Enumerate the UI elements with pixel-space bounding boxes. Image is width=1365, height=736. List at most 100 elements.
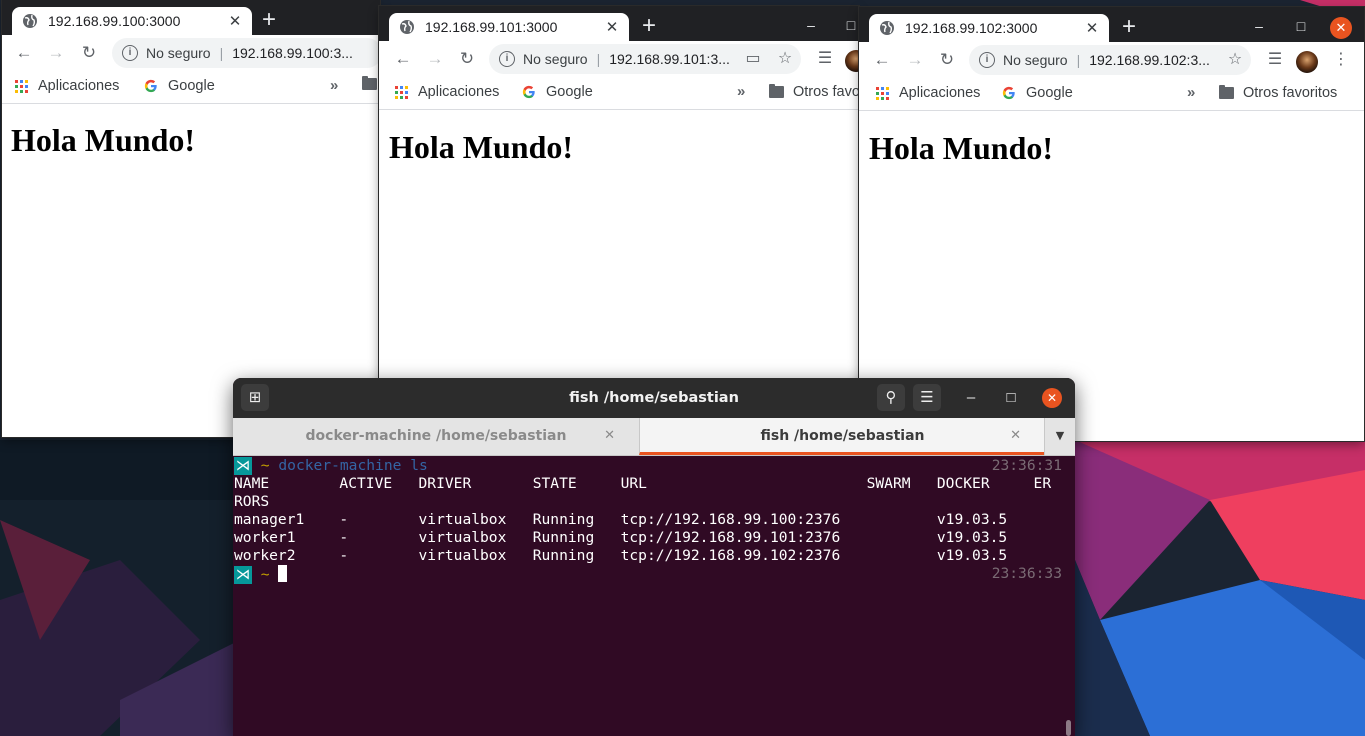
new-tab-button[interactable]: +	[262, 8, 276, 32]
bookmarks-bar: Aplicaciones Google » Otros favo	[379, 77, 859, 110]
bookmark-apps[interactable]: Aplicaciones	[15, 78, 119, 94]
terminal-tab-docker-machine[interactable]: docker-machine /home/sebastian ✕	[233, 418, 639, 455]
tab-label: fish /home/sebastian	[760, 428, 925, 444]
terminal-title: fish /home/sebastian	[569, 390, 739, 406]
forward-arrow-icon[interactable]: →	[903, 48, 927, 72]
bookmarks-overflow-icon[interactable]: »	[330, 77, 338, 94]
forward-arrow-icon[interactable]: →	[423, 47, 447, 71]
forward-arrow-icon[interactable]: →	[44, 41, 68, 65]
tab-close-icon[interactable]: ✕	[1010, 418, 1021, 454]
info-icon[interactable]: i	[499, 51, 515, 67]
browser-tab[interactable]: 192.168.99.100:3000 ✕	[12, 7, 252, 35]
apps-grid-icon	[395, 85, 408, 99]
browser-tab[interactable]: 192.168.99.102:3000 ✕	[869, 14, 1109, 42]
tab-close-icon[interactable]: ✕	[228, 12, 242, 30]
table-header-wrap: RORS	[234, 493, 270, 510]
table-row: worker1 - virtualbox Running tcp://192.1…	[234, 529, 1008, 546]
bookmark-google-label: Google	[546, 84, 593, 100]
bookmark-apps[interactable]: Aplicaciones	[395, 84, 499, 100]
tab-strip: 192.168.99.100:3000 ✕ +	[2, 0, 380, 35]
profile-avatar[interactable]	[1296, 51, 1318, 73]
bookmark-apps[interactable]: Aplicaciones	[876, 85, 980, 101]
bookmarks-overflow-icon[interactable]: »	[1187, 84, 1195, 101]
back-arrow-icon[interactable]: ←	[12, 41, 36, 65]
tab-close-icon[interactable]: ✕	[605, 18, 619, 36]
minimize-icon[interactable]: –	[957, 384, 985, 411]
reload-icon[interactable]: ↻	[455, 47, 479, 71]
bookmark-star-icon[interactable]: ☆	[773, 47, 797, 71]
bookmark-others-label: Otros favo	[793, 84, 859, 100]
bookmark-others-folder[interactable]: Otros favoritos	[1219, 85, 1337, 101]
minimize-icon[interactable]: –	[799, 14, 823, 36]
terminal-tab-fish[interactable]: fish /home/sebastian ✕	[639, 418, 1045, 455]
more-menu-icon[interactable]: ⋮	[1329, 48, 1353, 72]
apps-grid-icon	[15, 79, 28, 93]
terminal-window: ⊞ fish /home/sebastian ⚲ ☰ – □ ✕ docker-…	[233, 378, 1075, 736]
browser-tab[interactable]: 192.168.99.101:3000 ✕	[389, 13, 629, 41]
back-arrow-icon[interactable]: ←	[870, 48, 894, 72]
info-icon[interactable]: i	[979, 52, 995, 68]
reload-icon[interactable]: ↻	[77, 41, 101, 65]
tab-title: 192.168.99.100:3000	[48, 13, 181, 29]
maximize-icon[interactable]: □	[997, 384, 1025, 411]
browser-window-2: 192.168.99.101:3000 ✕ + – □ ← → ↻ i No s…	[379, 6, 859, 381]
separator: |	[219, 45, 224, 61]
url-text: 192.168.99.100:3...	[232, 45, 353, 61]
new-tab-button[interactable]: +	[1122, 15, 1136, 39]
tab-strip: 192.168.99.102:3000 ✕ + – □ ✕	[859, 7, 1364, 42]
tab-strip: 192.168.99.101:3000 ✕ + – □	[379, 6, 859, 41]
prompt-line: ⋊ ~	[234, 565, 288, 584]
cast-icon[interactable]: ▭	[741, 47, 765, 71]
terminal-output[interactable]: ⋊ ~ docker-machine ls 23:36:31 NAME ACTI…	[233, 457, 1075, 736]
close-window-icon[interactable]: ✕	[1042, 388, 1062, 408]
bookmark-star-icon[interactable]: ☆	[1223, 48, 1247, 72]
browser-toolbar: ← → ↻ i No seguro | 192.168.99.100:3...	[2, 35, 380, 71]
timestamp: 23:36:31	[991, 457, 1062, 474]
scrollbar-thumb[interactable]	[1066, 720, 1071, 736]
reload-icon[interactable]: ↻	[935, 48, 959, 72]
globe-icon	[400, 20, 414, 34]
bookmark-google[interactable]: Google	[1002, 85, 1073, 101]
command-arg: ls	[410, 457, 428, 474]
bookmark-apps-label: Aplicaciones	[38, 78, 120, 94]
bookmark-google[interactable]: Google	[144, 78, 215, 94]
minimize-icon[interactable]: –	[1247, 15, 1271, 37]
address-bar[interactable]: i No seguro | 192.168.99.100:3...	[112, 38, 380, 68]
globe-icon	[880, 21, 894, 35]
bookmark-others-folder[interactable]: Otros favo	[769, 84, 859, 100]
terminal-headerbar: ⊞ fish /home/sebastian ⚲ ☰ – □ ✕	[233, 378, 1075, 418]
globe-icon	[23, 14, 37, 28]
media-control-icon[interactable]: ☰	[813, 47, 837, 71]
timestamp: 23:36:33	[991, 565, 1062, 582]
folder-icon	[1219, 85, 1234, 99]
hamburger-menu-icon[interactable]: ☰	[913, 384, 941, 411]
separator: |	[1076, 52, 1081, 68]
tab-close-icon[interactable]: ✕	[604, 418, 615, 454]
info-icon[interactable]: i	[122, 45, 138, 61]
bookmark-google-label: Google	[1026, 85, 1073, 101]
tab-title: 192.168.99.101:3000	[425, 19, 558, 35]
bookmarks-bar: Aplicaciones Google » Otros favoritos	[859, 78, 1364, 111]
maximize-icon[interactable]: □	[1289, 15, 1313, 37]
tab-label: docker-machine /home/sebastian	[305, 428, 567, 444]
browser-toolbar: ← → ↻ i No seguro | 192.168.99.101:3... …	[379, 41, 859, 77]
profile-avatar[interactable]	[845, 50, 859, 72]
tab-list-dropdown-icon[interactable]: ▼	[1044, 418, 1075, 455]
new-tab-button[interactable]: +	[642, 14, 656, 38]
folder-icon	[362, 76, 377, 90]
close-window-icon[interactable]: ✕	[1330, 17, 1352, 39]
bookmark-others-label: Otros favoritos	[1243, 85, 1338, 101]
page-heading: Hola Mundo!	[11, 122, 196, 158]
maximize-icon[interactable]: □	[839, 14, 859, 36]
address-bar[interactable]: i No seguro | 192.168.99.102:3...	[969, 45, 1251, 75]
media-control-icon[interactable]: ☰	[1263, 48, 1287, 72]
bookmark-others-folder[interactable]	[362, 76, 380, 90]
prompt-cwd: ~	[260, 566, 270, 583]
tab-close-icon[interactable]: ✕	[1085, 19, 1099, 37]
back-arrow-icon[interactable]: ←	[391, 47, 415, 71]
page-content: Hola Mundo!	[379, 110, 859, 381]
bookmark-google[interactable]: Google	[522, 84, 593, 100]
search-icon[interactable]: ⚲	[877, 384, 905, 411]
bookmarks-overflow-icon[interactable]: »	[737, 83, 745, 100]
insecure-label: No seguro	[523, 51, 588, 67]
